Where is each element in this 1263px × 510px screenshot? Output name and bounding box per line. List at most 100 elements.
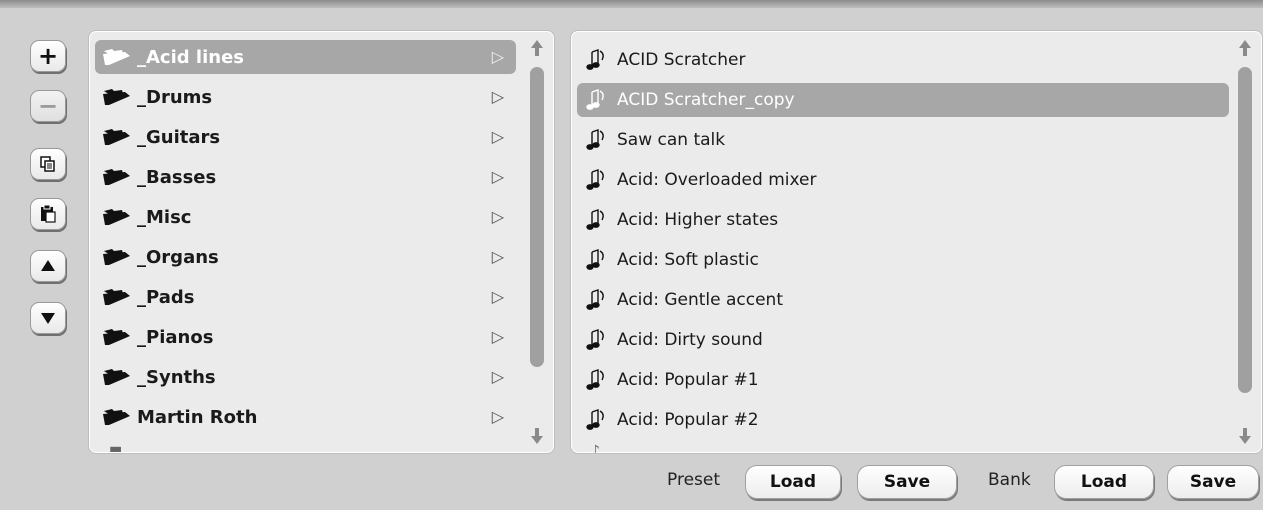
bank-item[interactable]: _Misc ▷	[95, 200, 516, 234]
music-note-icon	[585, 207, 611, 233]
preset-item[interactable]: Acid: Higher states	[577, 203, 1229, 237]
music-note-icon	[585, 127, 611, 153]
partially-visible-note-icon: ♪	[591, 443, 600, 454]
music-note-icon	[585, 167, 611, 193]
preset-item-label: Acid: Overloaded mixer	[617, 170, 817, 190]
preset-item[interactable]: Saw can talk	[577, 123, 1229, 157]
preset-item[interactable]: Acid: Soft plastic	[577, 243, 1229, 277]
bank-scroll-thumb[interactable]	[530, 67, 544, 367]
music-note-icon	[585, 407, 611, 433]
preset-item[interactable]: Acid: Dirty sound	[577, 323, 1229, 357]
bank-item[interactable]: _Synths ▷	[95, 360, 516, 394]
folder-open-icon	[103, 127, 133, 147]
music-note-icon	[585, 47, 611, 73]
bank-item-label: _Guitars	[137, 126, 221, 148]
bank-item-label: _Pads	[137, 286, 195, 308]
partially-visible-folder-icon: ▬ ▬	[109, 441, 123, 454]
expand-arrow-icon[interactable]: ▷	[492, 247, 504, 266]
bank-item-label: _Pianos	[137, 326, 214, 348]
preset-scroll-track[interactable]	[1238, 67, 1252, 417]
preset-item-label: Acid: Higher states	[617, 210, 779, 230]
bank-item[interactable]: _Guitars ▷	[95, 120, 516, 154]
folder-open-icon	[103, 47, 133, 67]
move-down-button[interactable]	[30, 302, 66, 334]
copy-button[interactable]	[30, 148, 66, 180]
bank-item[interactable]: _Organs ▷	[95, 240, 516, 274]
preset-item[interactable]: Acid: Overloaded mixer	[577, 163, 1229, 197]
bank-label: Bank	[988, 470, 1031, 490]
folder-open-icon	[103, 287, 133, 307]
move-down-icon	[41, 313, 55, 324]
folder-open-icon	[103, 327, 133, 347]
folder-open-icon	[103, 167, 133, 187]
folder-open-icon	[103, 407, 133, 427]
add-button[interactable]: +	[30, 40, 66, 72]
bank-item-label: _Acid lines	[137, 46, 244, 68]
folder-open-icon	[103, 87, 133, 107]
bank-item[interactable]: _Basses ▷	[95, 160, 516, 194]
scroll-down-icon[interactable]	[527, 425, 547, 447]
bank-item[interactable]: _Pads ▷	[95, 280, 516, 314]
scroll-up-icon[interactable]	[1235, 37, 1255, 59]
bank-scroll-track[interactable]	[530, 67, 544, 417]
bank-item-label: Martin Roth	[137, 406, 258, 428]
preset-item-label: Acid: Dirty sound	[617, 330, 763, 350]
preset-item-label: Acid: Gentle accent	[617, 290, 783, 310]
music-note-icon	[585, 247, 611, 273]
preset-scroll-thumb[interactable]	[1238, 67, 1252, 393]
folder-open-icon	[103, 247, 133, 267]
bank-list-panel: _Acid lines ▷ _Drums ▷ _Guitars ▷ _Basse…	[88, 30, 555, 454]
expand-arrow-icon[interactable]: ▷	[492, 87, 504, 106]
preset-load-button[interactable]: Load	[745, 465, 841, 499]
bank-scrollbar[interactable]	[527, 37, 547, 447]
bank-item[interactable]: Martin Roth ▷	[95, 400, 516, 434]
expand-arrow-icon[interactable]: ▷	[492, 407, 504, 426]
bank-item-label: _Basses	[137, 166, 217, 188]
scroll-up-icon[interactable]	[527, 37, 547, 59]
preset-list-panel: ACID Scratcher ACID Scratcher_copy Saw c…	[570, 30, 1263, 454]
expand-arrow-icon[interactable]: ▷	[492, 207, 504, 226]
expand-arrow-icon[interactable]: ▷	[492, 47, 504, 66]
expand-arrow-icon[interactable]: ▷	[492, 327, 504, 346]
music-note-icon	[585, 287, 611, 313]
bank-item-label: _Misc	[137, 206, 192, 228]
bank-save-button[interactable]: Save	[1167, 465, 1259, 499]
preset-item[interactable]: Acid: Popular #1	[577, 363, 1229, 397]
preset-scrollbar[interactable]	[1235, 37, 1255, 447]
remove-button[interactable]: −	[30, 90, 66, 122]
paste-button[interactable]	[30, 198, 66, 230]
expand-arrow-icon[interactable]: ▷	[492, 167, 504, 186]
folder-open-icon	[103, 207, 133, 227]
move-up-icon	[41, 260, 55, 271]
plus-icon: +	[37, 42, 59, 70]
minus-icon: −	[37, 92, 59, 120]
bank-load-button[interactable]: Load	[1054, 465, 1154, 499]
music-note-icon	[585, 87, 611, 113]
preset-item-label: Acid: Popular #1	[617, 370, 759, 390]
bank-item-label: _Drums	[137, 86, 213, 108]
preset-item-label: Saw can talk	[617, 130, 726, 150]
paste-icon	[41, 205, 56, 223]
folder-open-icon	[103, 367, 133, 387]
preset-item-label: ACID Scratcher	[617, 50, 746, 70]
preset-save-button[interactable]: Save	[857, 465, 957, 499]
expand-arrow-icon[interactable]: ▷	[492, 287, 504, 306]
preset-item[interactable]: Acid: Gentle accent	[577, 283, 1229, 317]
bank-item[interactable]: _Pianos ▷	[95, 320, 516, 354]
preset-item-label: Acid: Soft plastic	[617, 250, 759, 270]
preset-item[interactable]: ACID Scratcher_copy	[577, 83, 1229, 117]
bank-item-label: _Synths	[137, 366, 216, 388]
expand-arrow-icon[interactable]: ▷	[492, 367, 504, 386]
bank-item-label: _Organs	[137, 246, 219, 268]
bank-item[interactable]: _Acid lines ▷	[95, 40, 516, 74]
top-bar	[0, 0, 1263, 8]
preset-item[interactable]: ACID Scratcher	[577, 43, 1229, 77]
scroll-down-icon[interactable]	[1235, 425, 1255, 447]
preset-item-label: Acid: Popular #2	[617, 410, 759, 430]
preset-label: Preset	[667, 470, 721, 490]
expand-arrow-icon[interactable]: ▷	[492, 127, 504, 146]
bank-item[interactable]: _Drums ▷	[95, 80, 516, 114]
preset-item-label: ACID Scratcher_copy	[617, 90, 795, 110]
move-up-button[interactable]	[30, 250, 66, 282]
preset-item[interactable]: Acid: Popular #2	[577, 403, 1229, 437]
